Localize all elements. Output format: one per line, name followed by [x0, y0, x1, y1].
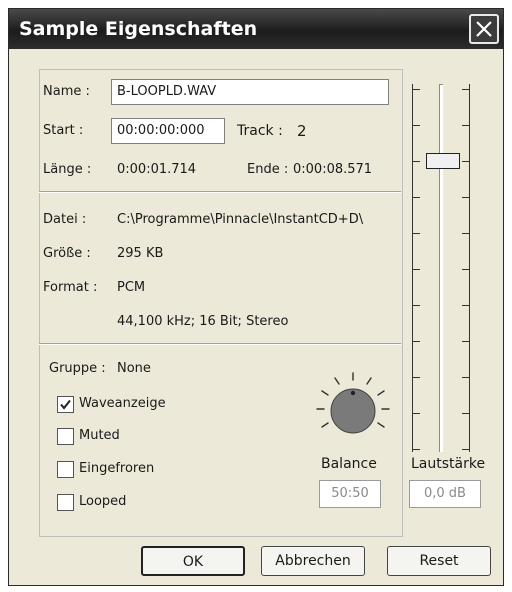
length-value: 0:00:01.714: [117, 162, 197, 177]
window-title: Sample Eigenschaften: [19, 18, 258, 40]
size-value: 295 KB: [117, 246, 164, 261]
slider-thumb[interactable]: [426, 153, 460, 169]
end-value: 0:00:08.571: [293, 162, 373, 177]
checkbox-label[interactable]: Waveanzeige: [79, 396, 166, 411]
slider-scale-right: [469, 84, 470, 452]
name-input[interactable]: B-LOOPLD.WAV: [111, 79, 389, 105]
group-value: None: [117, 361, 151, 376]
slider-tick: [462, 161, 470, 162]
slider-tick: [412, 377, 420, 378]
slider-tick: [412, 161, 420, 162]
start-input[interactable]: 00:00:00:000: [111, 118, 225, 144]
balance-knob[interactable]: [313, 369, 393, 449]
slider-tick: [412, 89, 420, 90]
file-label: Datei :: [43, 212, 87, 227]
slider-tick: [412, 413, 420, 414]
slider-tick: [412, 197, 420, 198]
slider-track[interactable]: [439, 84, 443, 452]
checkbox-box[interactable]: [57, 428, 74, 445]
slider-tick: [412, 341, 420, 342]
format-detail: 44,100 kHz; 16 Bit; Stereo: [117, 314, 289, 329]
checkbox-box[interactable]: [57, 494, 74, 511]
slider-tick: [462, 377, 470, 378]
name-label: Name :: [43, 84, 90, 99]
slider-tick: [462, 233, 470, 234]
track-label: Track :: [237, 123, 283, 139]
reset-button[interactable]: Reset: [387, 546, 491, 576]
length-label: Länge :: [43, 162, 92, 177]
checkbox-label[interactable]: Looped: [79, 494, 126, 509]
separator: [39, 343, 401, 345]
slider-tick: [462, 125, 470, 126]
volume-label: Lautstärke: [411, 456, 486, 472]
slider-tick: [412, 125, 420, 126]
close-button[interactable]: [469, 14, 499, 44]
format-label: Format :: [43, 280, 98, 295]
format-value: PCM: [117, 280, 146, 295]
track-value: 2: [297, 122, 307, 140]
size-label: Größe :: [43, 246, 91, 261]
checkbox-box[interactable]: [57, 396, 74, 413]
slider-tick: [462, 413, 470, 414]
slider-tick: [462, 341, 470, 342]
knob-body[interactable]: [330, 388, 376, 434]
balance-value-field[interactable]: 50:50: [319, 480, 381, 508]
knob-indicator: [350, 390, 356, 396]
checkbox-label[interactable]: Eingefroren: [79, 461, 154, 476]
slider-tick: [412, 449, 420, 450]
separator: [39, 191, 401, 193]
slider-tick: [412, 269, 420, 270]
checkbox-label[interactable]: Muted: [79, 428, 120, 443]
slider-tick: [462, 89, 470, 90]
start-label: Start :: [43, 123, 84, 138]
checkbox-box[interactable]: [57, 461, 74, 478]
end-label: Ende :: [247, 162, 289, 177]
slider-tick: [462, 305, 470, 306]
slider-scale-left: [412, 84, 413, 452]
volume-value-field[interactable]: 0,0 dB: [409, 480, 481, 508]
checkmark-icon: [60, 399, 71, 410]
group-label: Gruppe :: [49, 361, 106, 376]
slider-tick: [462, 449, 470, 450]
balance-label: Balance: [321, 456, 377, 472]
slider-tick: [412, 305, 420, 306]
ok-button[interactable]: OK: [141, 546, 245, 576]
slider-tick: [462, 197, 470, 198]
slider-tick: [462, 269, 470, 270]
title-bar: Sample Eigenschaften: [9, 9, 503, 49]
cancel-button[interactable]: Abbrechen: [261, 546, 365, 576]
file-value: C:\Programme\Pinnacle\InstantCD+D\: [117, 212, 364, 227]
close-icon: [476, 21, 492, 37]
properties-dialog: Sample Eigenschaften Name : B-LOOPLD.WAV…: [8, 8, 504, 586]
slider-tick: [412, 233, 420, 234]
